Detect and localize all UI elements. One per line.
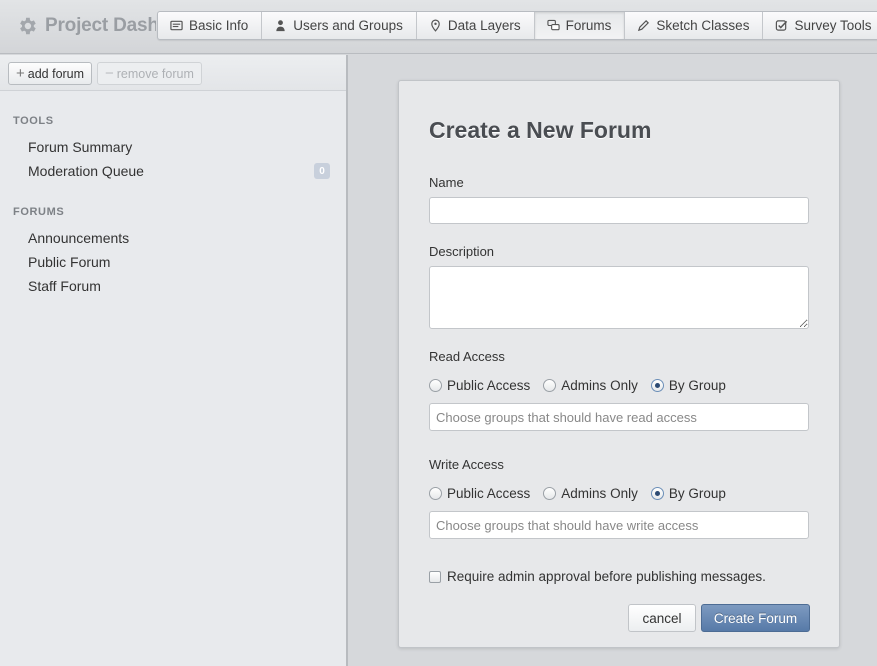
description-field[interactable] bbox=[429, 266, 809, 329]
radio-label: Admins Only bbox=[561, 485, 638, 501]
brand[interactable]: Project Dashboard bbox=[16, 12, 156, 40]
radio-button-selected[interactable] bbox=[650, 486, 664, 500]
tab-data-layers[interactable]: Data Layers bbox=[415, 12, 534, 39]
tab-label: Sketch Classes bbox=[656, 18, 750, 33]
write-access-options: Public Access Admins Only By Group bbox=[429, 484, 739, 502]
tab-forums[interactable]: Forums bbox=[533, 12, 625, 39]
read-admins-only-radio[interactable]: Admins Only bbox=[543, 378, 638, 393]
sidebar-item-label: Public Forum bbox=[28, 254, 111, 270]
sidebar-toolbar: + add forum − remove forum bbox=[0, 55, 346, 91]
read-public-access-radio[interactable]: Public Access bbox=[429, 378, 530, 393]
forums-header: FORUMS bbox=[13, 206, 65, 218]
add-forum-label: add forum bbox=[27, 66, 85, 81]
gear-icon bbox=[20, 17, 36, 35]
check-square-icon bbox=[776, 20, 788, 31]
tab-label: Forums bbox=[565, 18, 612, 33]
top-bar: Project Dashboard Basic Info Users and G… bbox=[0, 0, 877, 54]
read-access-label: Read Access bbox=[429, 349, 505, 364]
sidebar: + add forum − remove forum TOOLS Forum S… bbox=[0, 55, 348, 666]
tab-label: Users and Groups bbox=[293, 18, 403, 33]
tools-header: TOOLS bbox=[13, 115, 54, 127]
remove-forum-button[interactable]: − remove forum bbox=[97, 62, 202, 85]
tools-section: TOOLS Forum Summary Moderation Queue 0 bbox=[0, 115, 346, 183]
read-groups-input[interactable] bbox=[429, 403, 809, 431]
radio-label: Admins Only bbox=[561, 377, 638, 393]
sidebar-item-label: Staff Forum bbox=[28, 278, 101, 294]
write-public-access-radio[interactable]: Public Access bbox=[429, 486, 530, 501]
tab-sketch-classes[interactable]: Sketch Classes bbox=[624, 12, 762, 39]
create-forum-panel: Create a New Forum Name Description Read… bbox=[398, 80, 840, 648]
radio-label: Public Access bbox=[447, 377, 531, 393]
user-icon bbox=[276, 20, 285, 32]
forums-section: FORUMS Announcements Public Forum Staff … bbox=[0, 206, 346, 298]
main-tabs: Basic Info Users and Groups Data Layers … bbox=[157, 11, 877, 40]
card-icon bbox=[170, 20, 183, 31]
sidebar-item-label: Moderation Queue bbox=[28, 163, 144, 179]
write-by-group-radio[interactable]: By Group bbox=[650, 485, 726, 501]
radio-button[interactable] bbox=[543, 486, 557, 500]
radio-button[interactable] bbox=[429, 378, 442, 392]
radio-label: By Group bbox=[668, 377, 726, 393]
tab-basic-info[interactable]: Basic Info bbox=[158, 12, 261, 39]
tab-users-and-groups[interactable]: Users and Groups bbox=[261, 12, 416, 39]
remove-forum-label: remove forum bbox=[116, 66, 194, 81]
radio-button[interactable] bbox=[543, 378, 557, 392]
write-access-label: Write Access bbox=[429, 457, 504, 472]
name-field[interactable] bbox=[429, 197, 809, 224]
radio-button[interactable] bbox=[429, 486, 442, 500]
sidebar-item-staff-forum[interactable]: Staff Forum bbox=[13, 274, 346, 298]
radio-label: Public Access bbox=[447, 485, 531, 501]
sidebar-item-forum-summary[interactable]: Forum Summary bbox=[13, 135, 346, 159]
plus-icon: + bbox=[16, 65, 25, 82]
description-label: Description bbox=[429, 244, 495, 259]
tab-label: Data Layers bbox=[447, 18, 521, 33]
tab-survey-tools[interactable]: Survey Tools bbox=[762, 12, 877, 39]
chat-icon bbox=[547, 19, 560, 31]
map-pin-icon bbox=[431, 19, 440, 32]
count-badge: 0 bbox=[314, 163, 330, 179]
tab-label: Basic Info bbox=[189, 18, 249, 33]
brand-title: Project Dashboard bbox=[45, 15, 156, 36]
sidebar-item-label: Forum Summary bbox=[28, 139, 133, 155]
radio-label: By Group bbox=[668, 485, 726, 501]
sidebar-item-moderation-queue[interactable]: Moderation Queue 0 bbox=[13, 159, 346, 183]
cancel-button[interactable]: cancel bbox=[628, 604, 696, 632]
require-approval-label: Require admin approval before publishing… bbox=[447, 569, 766, 584]
pencil-icon bbox=[638, 20, 650, 32]
sidebar-item-public-forum[interactable]: Public Forum bbox=[13, 250, 346, 274]
read-by-group-radio[interactable]: By Group bbox=[650, 377, 726, 393]
sidebar-item-label: Announcements bbox=[28, 230, 130, 246]
sidebar-item-announcements[interactable]: Announcements bbox=[13, 226, 346, 250]
write-groups-input[interactable] bbox=[429, 511, 809, 539]
create-forum-button[interactable]: Create Forum bbox=[701, 604, 810, 632]
tab-label: Survey Tools bbox=[794, 18, 872, 33]
radio-button-selected[interactable] bbox=[650, 378, 664, 392]
name-label: Name bbox=[429, 175, 464, 190]
require-approval-option[interactable]: Require admin approval before publishing… bbox=[429, 569, 766, 584]
minus-icon: − bbox=[105, 65, 114, 82]
require-approval-checkbox[interactable] bbox=[429, 570, 441, 583]
write-admins-only-radio[interactable]: Admins Only bbox=[543, 486, 638, 501]
add-forum-button[interactable]: + add forum bbox=[8, 62, 93, 85]
form-title: Create a New Forum bbox=[429, 117, 652, 143]
read-access-options: Public Access Admins Only By Group bbox=[429, 376, 739, 394]
